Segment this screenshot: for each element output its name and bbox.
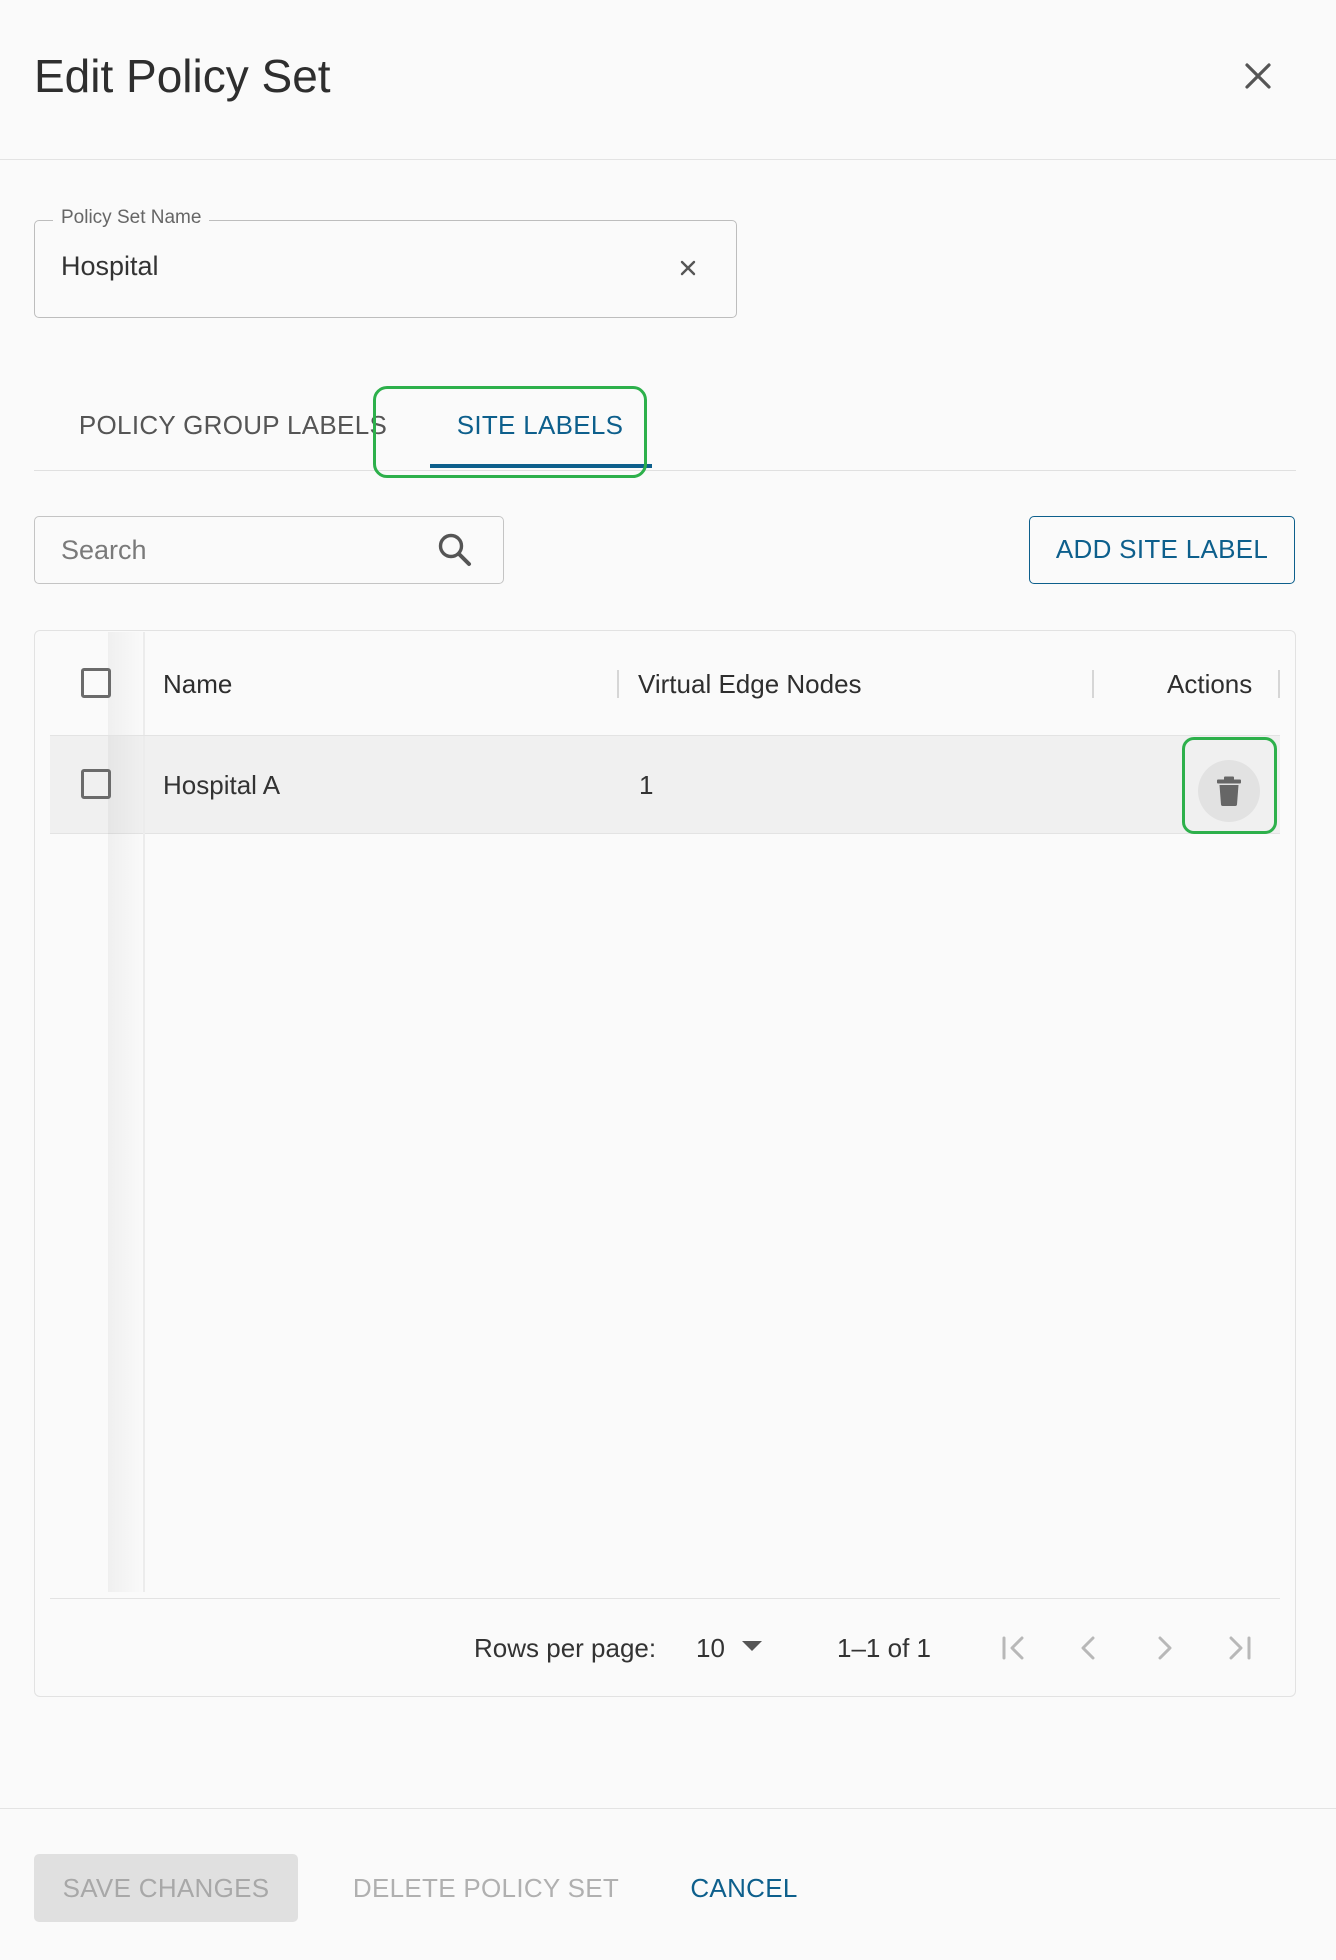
delete-policy-set-button[interactable]: DELETE POLICY SET	[346, 1854, 626, 1922]
cell-virtual-edge-nodes: 1	[639, 770, 654, 800]
policy-set-name-field: Policy Set Name	[34, 207, 737, 318]
column-separator[interactable]	[1278, 670, 1280, 698]
prev-page-icon	[1081, 1636, 1095, 1660]
tab-bar: POLICY GROUP LABELS SITE LABELS	[34, 380, 1296, 471]
first-page-button[interactable]	[992, 1626, 1036, 1670]
cell-name: Hospital A	[163, 770, 281, 800]
clear-icon	[680, 260, 696, 276]
next-page-button[interactable]	[1142, 1626, 1186, 1670]
rows-per-page-label: Rows per page:	[474, 1633, 657, 1663]
policy-set-name-input[interactable]	[61, 251, 641, 282]
column-separator[interactable]	[1092, 670, 1094, 698]
close-button[interactable]	[1234, 52, 1282, 100]
footer-divider	[50, 1598, 1280, 1599]
save-changes-button[interactable]: SAVE CHANGES	[34, 1854, 298, 1922]
close-icon	[1245, 63, 1271, 89]
cancel-button[interactable]: CANCEL	[670, 1854, 818, 1922]
tab-policy-group-labels[interactable]: POLICY GROUP LABELS	[64, 380, 402, 470]
add-site-label-button[interactable]: ADD SITE LABEL	[1029, 516, 1295, 584]
previous-page-button[interactable]	[1067, 1626, 1111, 1670]
tab-site-labels[interactable]: SITE LABELS	[396, 380, 684, 470]
next-page-icon	[1158, 1636, 1172, 1660]
column-header-name[interactable]: Name	[163, 664, 232, 704]
first-page-icon	[1002, 1636, 1024, 1660]
dialog-title: Edit Policy Set	[34, 50, 331, 102]
rows-per-page-select[interactable]: 10	[696, 1628, 725, 1668]
search-icon[interactable]	[435, 530, 475, 570]
active-tab-indicator	[430, 464, 652, 468]
last-page-icon	[1229, 1636, 1251, 1660]
column-header-actions: Actions	[1167, 669, 1253, 699]
column-header-virtual-edge-nodes[interactable]: Virtual Edge Nodes	[638, 664, 862, 704]
dropdown-caret-icon[interactable]	[742, 1641, 762, 1651]
clear-name-button[interactable]	[671, 251, 705, 285]
select-all-checkbox[interactable]	[81, 668, 111, 698]
row-checkbox[interactable]	[81, 769, 111, 799]
policy-set-name-label: Policy Set Name	[53, 207, 210, 229]
trash-icon	[1217, 776, 1241, 806]
last-page-button[interactable]	[1217, 1626, 1261, 1670]
pagination-range: 1–1 of 1	[837, 1633, 931, 1663]
header-divider	[50, 735, 1280, 736]
search-box	[34, 516, 504, 584]
delete-row-button[interactable]	[1198, 760, 1260, 822]
search-input[interactable]	[61, 535, 421, 566]
column-separator[interactable]	[617, 670, 619, 698]
